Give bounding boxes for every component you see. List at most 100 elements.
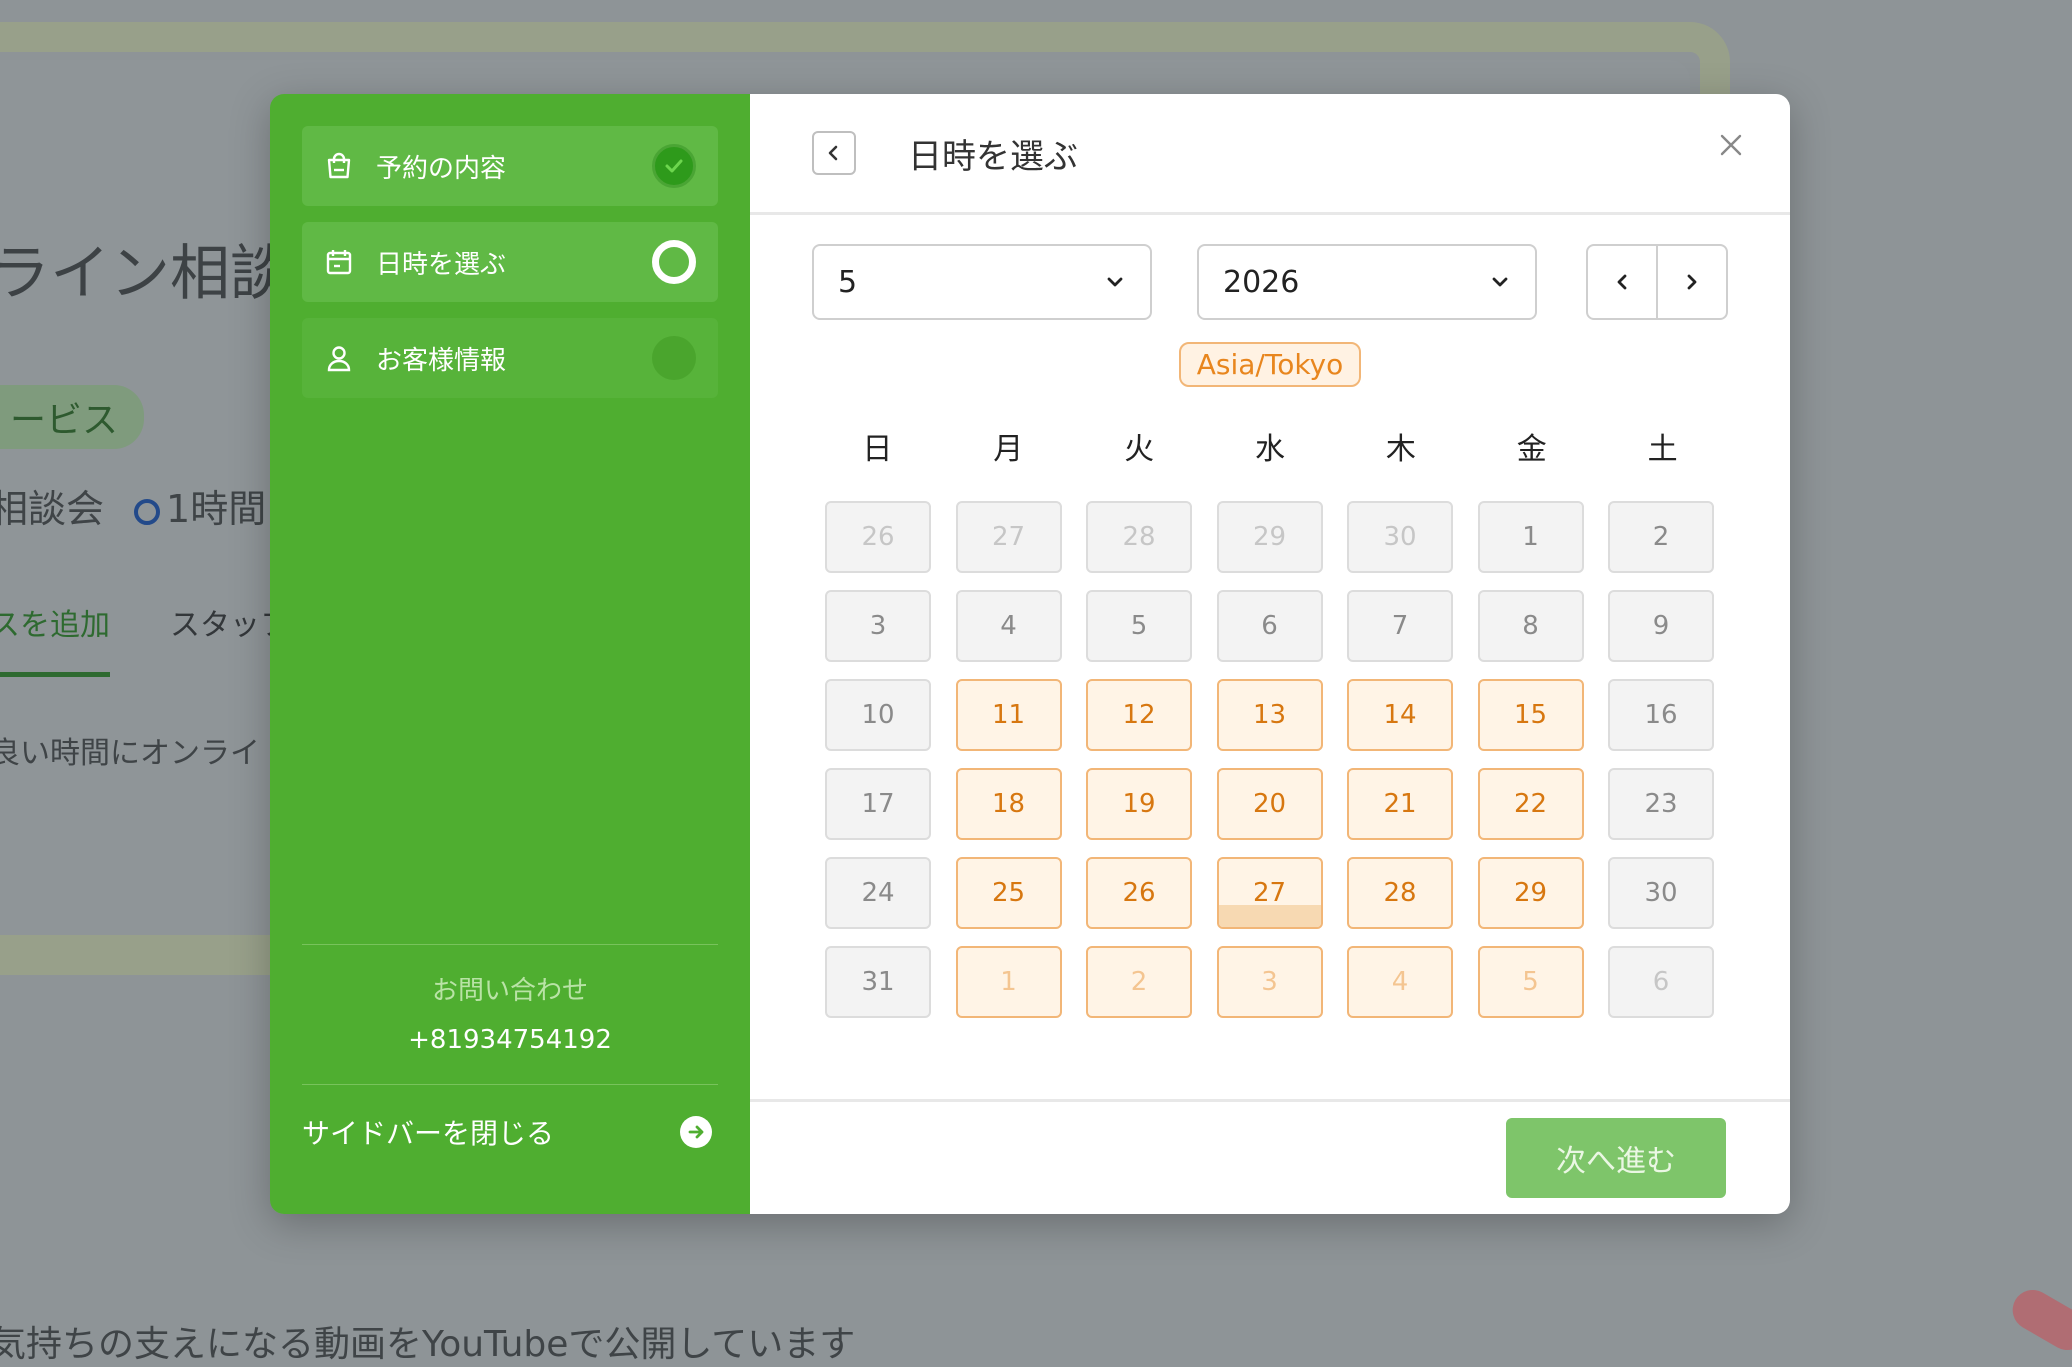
background-duration-text: 1時間 — [166, 487, 267, 531]
day-number: 26 — [1122, 878, 1156, 908]
today-indicator — [1218, 905, 1321, 927]
chevron-right-icon — [1687, 274, 1697, 290]
day-cell-unavailable: 30 — [1347, 501, 1453, 573]
next-button[interactable]: 次へ進む — [1506, 1118, 1726, 1198]
day-cell-unavailable: 28 — [1086, 501, 1192, 573]
day-cell-available[interactable]: 12 — [1086, 679, 1192, 751]
next-month-button[interactable] — [1656, 246, 1726, 318]
day-number: 18 — [991, 789, 1026, 819]
background-description: 良い時間にオンライ — [0, 736, 260, 771]
contact-block: お問い合わせ +81934754192 — [302, 970, 718, 1055]
day-cell-unavailable: 2 — [1608, 501, 1714, 573]
day-cell-available[interactable]: 1 — [955, 946, 1062, 1018]
background-bottom-text: 気持ちの支えになる動画をYouTubeで公開しています — [0, 1324, 856, 1365]
day-cell-unavailable: 8 — [1477, 590, 1584, 662]
day-cell-available[interactable]: 2 — [1086, 946, 1192, 1018]
day-cell-available[interactable]: 5 — [1477, 946, 1584, 1018]
sidebar-divider — [302, 1084, 718, 1085]
day-cell-available[interactable]: 29 — [1477, 857, 1584, 929]
day-cell-available[interactable]: 18 — [955, 768, 1062, 840]
day-cell-available[interactable]: 28 — [1347, 857, 1453, 929]
step-select-datetime[interactable]: 日時を選ぶ — [302, 222, 718, 302]
sidebar-divider — [302, 944, 718, 945]
day-cell-available[interactable]: 15 — [1477, 679, 1584, 751]
year-select[interactable]: 2026 — [1197, 244, 1537, 320]
active-step-ring-icon — [652, 240, 696, 284]
weekday-label: 水 — [1255, 432, 1285, 467]
close-button[interactable] — [1718, 132, 1744, 158]
day-number: 19 — [1122, 789, 1156, 819]
day-number: 8 — [1522, 611, 1539, 641]
day-number: 28 — [1122, 522, 1156, 552]
day-number: 27 — [991, 522, 1026, 552]
background-tag: ービス — [0, 385, 145, 449]
weekday-label: 日 — [862, 432, 893, 467]
timezone-badge[interactable]: Asia/Tokyo — [1178, 342, 1362, 387]
day-cell-unavailable: 4 — [955, 590, 1062, 662]
day-cell-available[interactable]: 11 — [955, 679, 1062, 751]
day-number: 7 — [1391, 611, 1409, 641]
day-cell-available[interactable]: 4 — [1347, 946, 1453, 1018]
month-navigation — [1586, 244, 1728, 320]
background-duration: 1時間 — [134, 478, 266, 533]
day-cell-unavailable: 23 — [1608, 768, 1714, 840]
day-number: 15 — [1513, 700, 1548, 730]
booking-main: 日時を選ぶ 5 2026 Asia/Tokyo 日 月 火 水 木 金 土 26… — [750, 94, 1790, 1214]
day-number: 5 — [1130, 611, 1148, 641]
day-cell-available[interactable]: 22 — [1477, 768, 1584, 840]
booking-sidebar: 予約の内容 日時を選ぶ お客様情報 お問い合わせ +81934754192 サイ… — [270, 94, 750, 1214]
day-number: 14 — [1383, 700, 1417, 730]
day-number: 11 — [991, 700, 1026, 730]
day-number: 22 — [1513, 789, 1548, 819]
clock-icon — [134, 498, 161, 525]
day-cell-available[interactable]: 26 — [1086, 857, 1192, 929]
day-number: 31 — [861, 967, 895, 997]
arrow-right-icon — [680, 1116, 712, 1148]
day-cell-available[interactable]: 19 — [1086, 768, 1192, 840]
day-cell-available[interactable]: 14 — [1347, 679, 1453, 751]
day-number: 30 — [1644, 878, 1678, 908]
chevron-down-icon — [1492, 277, 1508, 287]
day-number: 27 — [1252, 878, 1287, 908]
chevron-left-icon — [828, 145, 838, 161]
background-meta-name: 相談会 — [0, 487, 105, 531]
day-cell-unavailable: 31 — [825, 946, 931, 1018]
day-cell-unavailable: 27 — [955, 501, 1062, 573]
check-circle-icon — [652, 144, 696, 188]
booking-modal: 予約の内容 日時を選ぶ お客様情報 お問い合わせ +81934754192 サイ… — [270, 94, 1790, 1214]
year-value: 2026 — [1223, 264, 1300, 300]
background-decoration — [2005, 1282, 2072, 1358]
month-select[interactable]: 5 — [812, 244, 1152, 320]
user-icon — [324, 343, 354, 373]
day-cell-unavailable: 3 — [825, 590, 931, 662]
contact-phone[interactable]: +81934754192 — [302, 1025, 718, 1055]
day-number: 24 — [861, 878, 895, 908]
day-cell-unavailable: 9 — [1608, 590, 1714, 662]
day-cell-available[interactable]: 27 — [1216, 857, 1323, 929]
day-cell-unavailable: 16 — [1608, 679, 1714, 751]
background-tab-add: スを追加 — [0, 600, 110, 677]
day-cell-available[interactable]: 20 — [1216, 768, 1323, 840]
day-number: 30 — [1383, 522, 1417, 552]
day-number: 17 — [861, 789, 895, 819]
day-number: 4 — [1391, 967, 1409, 997]
modal-footer: 次へ進む — [750, 1099, 1790, 1214]
step-customer-info[interactable]: お客様情報 — [302, 318, 718, 398]
back-button[interactable] — [812, 131, 856, 175]
weekday-label: 金 — [1516, 432, 1547, 467]
day-cell-available[interactable]: 13 — [1216, 679, 1323, 751]
day-cell-available[interactable]: 3 — [1216, 946, 1323, 1018]
close-sidebar-button[interactable]: サイドバーを閉じる — [302, 1112, 718, 1152]
day-cell-unavailable: 6 — [1608, 946, 1714, 1018]
day-cell-available[interactable]: 21 — [1347, 768, 1453, 840]
day-number: 2 — [1652, 522, 1670, 552]
step-booking-details[interactable]: 予約の内容 — [302, 126, 718, 206]
calendar-icon — [324, 247, 354, 277]
weekday-label: 土 — [1647, 432, 1678, 467]
calendar-controls: 5 2026 — [812, 244, 1728, 320]
day-number: 3 — [869, 611, 887, 641]
day-cell-available[interactable]: 25 — [955, 857, 1062, 929]
previous-month-button[interactable] — [1588, 246, 1656, 318]
day-cell-unavailable: 5 — [1086, 590, 1192, 662]
day-number: 12 — [1122, 700, 1156, 730]
